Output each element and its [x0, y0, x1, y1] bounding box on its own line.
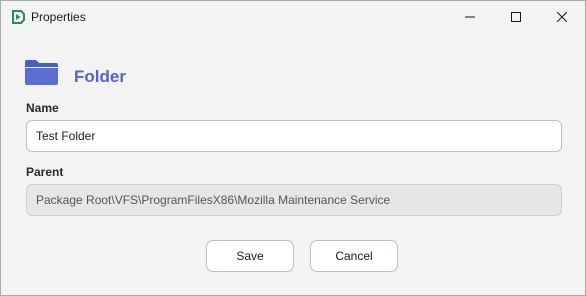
page-title: Folder — [74, 67, 126, 86]
name-input[interactable] — [26, 120, 562, 152]
window-title: Properties — [31, 10, 86, 24]
name-label: Name — [26, 101, 59, 115]
close-button[interactable] — [539, 1, 585, 32]
close-icon — [557, 11, 567, 22]
save-button[interactable]: Save — [206, 240, 294, 272]
minimize-button[interactable] — [447, 1, 493, 32]
app-logo-icon — [12, 10, 25, 24]
parent-input — [26, 184, 562, 216]
cancel-button[interactable]: Cancel — [310, 240, 398, 272]
parent-label: Parent — [26, 165, 64, 179]
properties-dialog: Properties Folder Name Parent Save Cance… — [0, 0, 586, 296]
maximize-button[interactable] — [493, 1, 539, 32]
title-bar[interactable]: Properties — [1, 1, 585, 32]
folder-icon — [25, 60, 58, 85]
minimize-icon — [465, 16, 475, 17]
maximize-icon — [511, 11, 521, 22]
